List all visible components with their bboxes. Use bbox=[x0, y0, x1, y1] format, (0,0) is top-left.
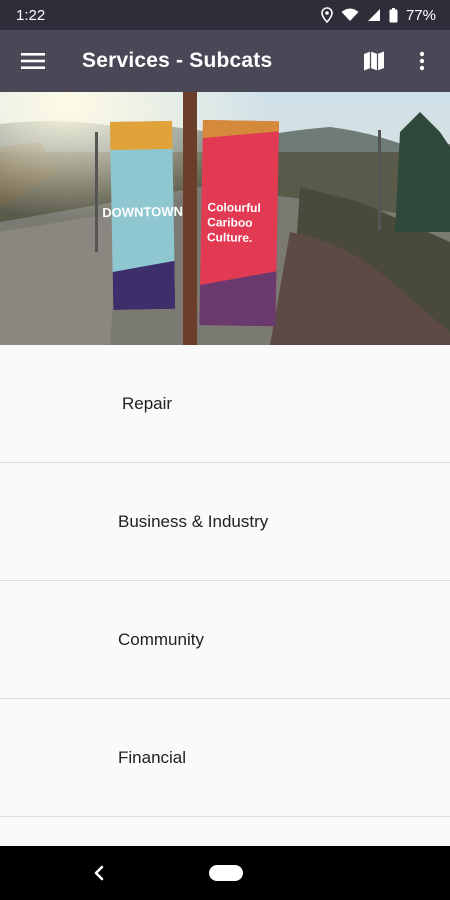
list-item-community[interactable]: Community bbox=[0, 581, 450, 699]
status-time: 1:22 bbox=[16, 6, 46, 24]
battery-icon bbox=[389, 7, 398, 23]
banner-left-text: DOWNTOWN bbox=[102, 204, 183, 220]
system-nav-bar bbox=[0, 846, 450, 900]
hero-photo: DOWNTOWN Colourful Cariboo Culture. bbox=[0, 92, 450, 345]
signal-icon bbox=[367, 8, 381, 22]
list-item-label: Financial bbox=[118, 747, 187, 767]
more-vert-icon[interactable] bbox=[398, 30, 446, 92]
map-icon[interactable] bbox=[350, 30, 398, 92]
app-bar: Services - Subcats bbox=[0, 30, 450, 92]
list-item-label: Community bbox=[118, 629, 204, 649]
location-icon bbox=[321, 7, 333, 23]
hero-image: DOWNTOWN Colourful Cariboo Culture. bbox=[0, 92, 450, 345]
battery-percent: 77% bbox=[405, 6, 436, 24]
status-icons: 77% bbox=[321, 7, 436, 24]
list-item-repair[interactable]: Repair bbox=[0, 345, 450, 463]
hamburger-menu-icon[interactable] bbox=[0, 30, 66, 92]
wifi-icon bbox=[341, 8, 359, 22]
subcategory-list: Repair Business & Industry Community Fin… bbox=[0, 345, 450, 846]
list-item-financial[interactable]: Financial bbox=[0, 699, 450, 817]
list-item-label: Repair bbox=[122, 393, 173, 413]
back-icon[interactable] bbox=[88, 860, 110, 886]
list-item-partial[interactable] bbox=[0, 817, 450, 846]
page-title: Services - Subcats bbox=[82, 49, 273, 72]
list-item-business-industry[interactable]: Business & Industry bbox=[0, 463, 450, 581]
status-bar: 1:22 77% bbox=[0, 0, 450, 30]
home-pill-icon[interactable] bbox=[209, 865, 243, 881]
banner-right-text: Colourful Cariboo Culture. bbox=[206, 200, 261, 245]
list-item-label: Business & Industry bbox=[118, 511, 269, 531]
